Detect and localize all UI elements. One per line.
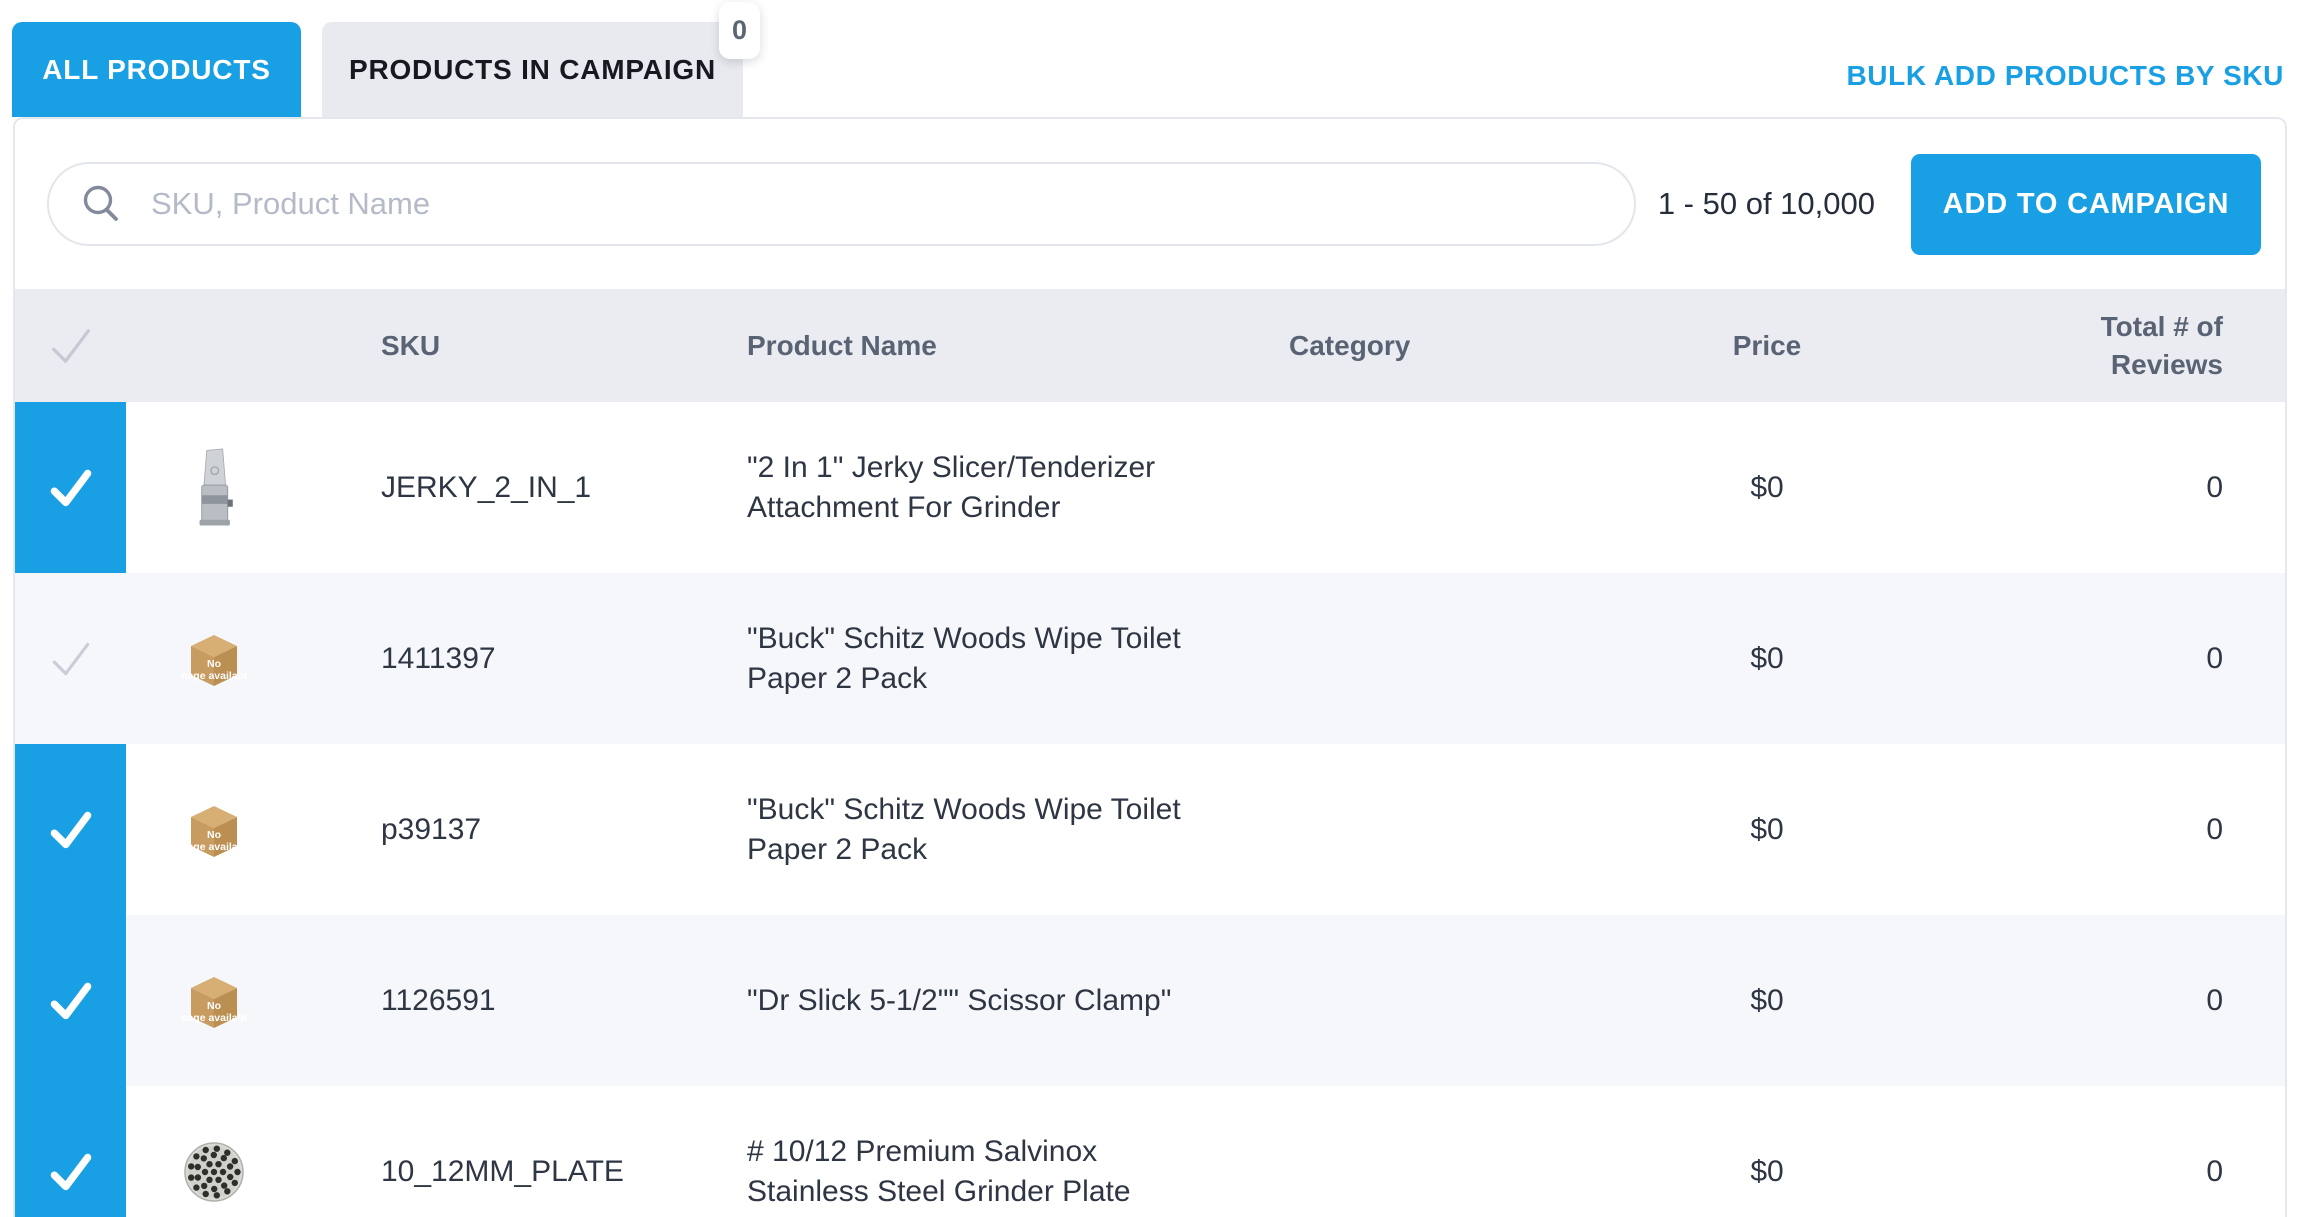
product-thumbnail-cell [126, 402, 302, 573]
product-thumbnail-cell: No image available [126, 915, 302, 1086]
column-header-product-name: Product Name [747, 330, 1289, 362]
pagination-range-label: 1 - 50 of 10,000 [1658, 186, 1875, 222]
product-thumbnail-cell [126, 1086, 302, 1217]
product-thumbnail [181, 445, 247, 531]
tab-all-products-label: ALL PRODUCTS [42, 54, 270, 86]
row-category [1289, 402, 1562, 573]
row-checkbox[interactable] [15, 573, 126, 744]
table-row[interactable]: 10_12MM_PLATE # 10/12 Premium Salvinox S… [15, 1086, 2285, 1217]
tab-all-products[interactable]: ALL PRODUCTS [12, 22, 301, 117]
checkmark-icon [46, 805, 96, 855]
campaign-count-badge: 0 [719, 2, 760, 59]
row-reviews: 0 [1972, 744, 2285, 915]
select-all-checkbox[interactable] [15, 320, 126, 372]
toolbar: 1 - 50 of 10,000 ADD TO CAMPAIGN [15, 119, 2285, 289]
row-product-name: "Buck" Schitz Woods Wipe Toilet Paper 2 … [747, 744, 1289, 915]
table-row[interactable]: No image available 1411397 "Buck" Schitz… [15, 573, 2285, 744]
row-checkbox[interactable] [15, 744, 126, 915]
search-box[interactable] [47, 162, 1636, 246]
product-thumbnail: No image available [181, 616, 247, 702]
row-sku: JERKY_2_IN_1 [302, 402, 747, 573]
row-checkbox[interactable] [15, 402, 126, 573]
row-reviews: 0 [1972, 573, 2285, 744]
tab-products-in-campaign[interactable]: PRODUCTS IN CAMPAIGN [322, 22, 743, 117]
checkmark-icon [46, 634, 96, 684]
search-input[interactable] [149, 185, 1604, 223]
row-price: $0 [1562, 915, 1972, 1086]
svg-text:No: No [207, 829, 221, 841]
svg-text:No: No [207, 658, 221, 670]
row-reviews: 0 [1972, 1086, 2285, 1217]
products-panel: 1 - 50 of 10,000 ADD TO CAMPAIGN SKU Pro… [13, 117, 2287, 1217]
column-header-reviews: Total # of Reviews [1972, 308, 2285, 384]
row-category [1289, 915, 1562, 1086]
row-reviews: 0 [1972, 915, 2285, 1086]
row-category [1289, 1086, 1562, 1217]
row-checkbox[interactable] [15, 915, 126, 1086]
svg-text:image available: image available [181, 1012, 247, 1024]
column-header-price: Price [1562, 330, 1972, 362]
table-body: JERKY_2_IN_1 "2 In 1" Jerky Slicer/Tende… [15, 402, 2285, 1217]
table-row[interactable]: No image available p39137 "Buck" Schitz … [15, 744, 2285, 915]
table-row[interactable]: JERKY_2_IN_1 "2 In 1" Jerky Slicer/Tende… [15, 402, 2285, 573]
product-thumbnail: No image available [181, 958, 247, 1044]
row-reviews: 0 [1972, 402, 2285, 573]
row-price: $0 [1562, 402, 1972, 573]
add-to-campaign-button[interactable]: ADD TO CAMPAIGN [1911, 154, 2261, 255]
table-row[interactable]: No image available 1126591 "Dr Slick 5-1… [15, 915, 2285, 1086]
product-thumbnail-cell: No image available [126, 573, 302, 744]
tab-bar: ALL PRODUCTS PRODUCTS IN CAMPAIGN 0 BULK… [0, 0, 2302, 117]
product-thumbnail: No image available [181, 787, 247, 873]
checkmark-icon [46, 1147, 96, 1197]
search-icon [79, 182, 123, 226]
row-product-name: "Buck" Schitz Woods Wipe Toilet Paper 2 … [747, 573, 1289, 744]
row-category [1289, 744, 1562, 915]
bulk-add-products-link[interactable]: BULK ADD PRODUCTS BY SKU [1846, 60, 2284, 92]
table-header: SKU Product Name Category Price Total # … [15, 289, 2285, 402]
row-sku: 1411397 [302, 573, 747, 744]
product-thumbnail-cell: No image available [126, 744, 302, 915]
row-checkbox[interactable] [15, 1086, 126, 1217]
checkmark-icon [46, 463, 96, 513]
row-product-name: "Dr Slick 5-1/2"" Scissor Clamp" [747, 915, 1289, 1086]
row-category [1289, 573, 1562, 744]
row-price: $0 [1562, 744, 1972, 915]
row-price: $0 [1562, 573, 1972, 744]
product-thumbnail [181, 1129, 247, 1215]
svg-text:No: No [207, 1000, 221, 1012]
row-product-name: # 10/12 Premium Salvinox Stainless Steel… [747, 1086, 1289, 1217]
svg-text:image available: image available [181, 670, 247, 682]
row-price: $0 [1562, 1086, 1972, 1217]
row-sku: p39137 [302, 744, 747, 915]
checkmark-icon [46, 976, 96, 1026]
tab-products-in-campaign-label: PRODUCTS IN CAMPAIGN [349, 54, 716, 86]
svg-text:image available: image available [181, 841, 247, 853]
row-sku: 1126591 [302, 915, 747, 1086]
column-header-sku: SKU [302, 330, 747, 362]
row-sku: 10_12MM_PLATE [302, 1086, 747, 1217]
checkmark-icon [45, 320, 97, 372]
column-header-category: Category [1289, 330, 1562, 362]
row-product-name: "2 In 1" Jerky Slicer/Tenderizer Attachm… [747, 402, 1289, 573]
